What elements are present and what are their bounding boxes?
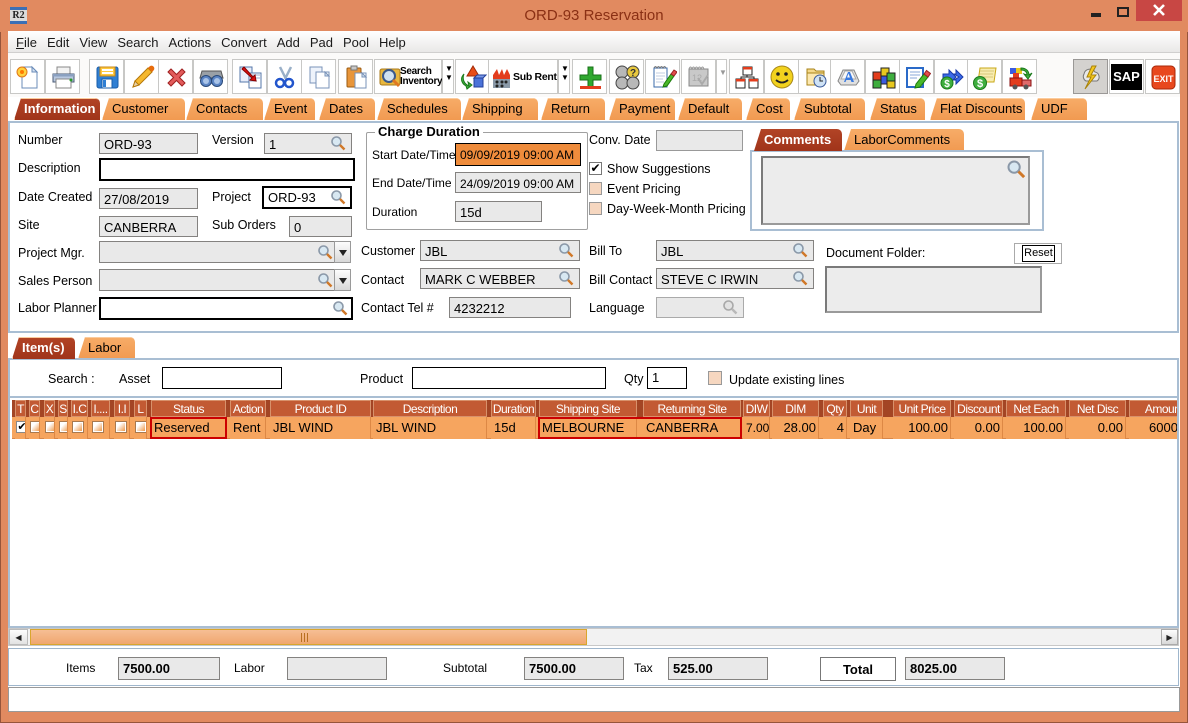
svg-text:$: $ xyxy=(977,78,983,90)
svg-text:$: $ xyxy=(944,79,950,90)
svg-text:?: ? xyxy=(630,68,636,79)
svg-text:EXIT: EXIT xyxy=(1153,74,1174,84)
